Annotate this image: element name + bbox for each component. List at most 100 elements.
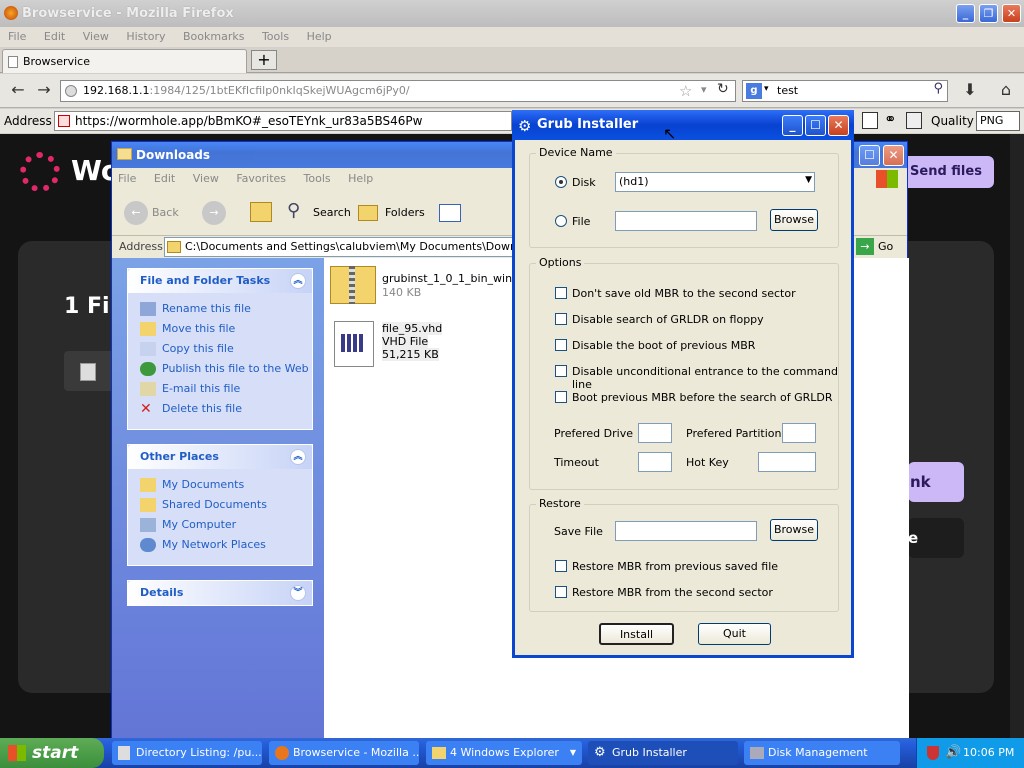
dropdown-arrow-icon[interactable]: ▾ [701,83,707,96]
grub-title-bar[interactable]: ⚙ Grub Installer _ ☐ ✕ [512,110,854,140]
forward-icon[interactable]: → [202,201,226,225]
send-files-button[interactable]: Send files [898,156,994,188]
file-path-field[interactable] [615,211,757,231]
find-icon[interactable]: ⚭ [884,110,897,128]
menu-tools[interactable]: Tools [304,172,331,185]
magnifier-icon[interactable]: ⚲ [933,81,943,96]
option-checkbox[interactable] [555,365,567,377]
quit-button[interactable]: Quit [698,623,771,645]
engine-dropdown-icon[interactable]: ▾ [764,84,769,94]
folders-icon[interactable] [358,205,378,221]
prefered-drive-field[interactable] [638,423,672,443]
task-delete[interactable]: ✕ Delete this file [128,399,312,419]
menu-file[interactable]: File [118,172,136,185]
prefered-partition-field[interactable] [782,423,816,443]
menu-file[interactable]: File [8,30,26,43]
tab-browservice[interactable]: Browservice [2,49,247,73]
expand-chevron-icon[interactable]: ︾ [290,585,306,601]
place-network[interactable]: My Network Places [128,535,312,555]
task-email[interactable]: E-mail this file [128,379,312,399]
menu-help[interactable]: Help [307,30,332,43]
timeout-field[interactable] [638,452,672,472]
search-input[interactable]: g ▾ test ⚲ [742,80,948,102]
taskbar-item[interactable]: Directory Listing: /pu... [112,741,262,765]
download-icon[interactable]: ⬇ [960,80,980,100]
dropdown-arrow-icon[interactable]: ▼ [805,175,812,185]
new-tab-button[interactable]: + [251,50,277,70]
copy-link-button[interactable]: nk [908,462,964,502]
menu-edit[interactable]: Edit [44,30,65,43]
go-button[interactable]: Go [878,240,893,253]
menu-edit[interactable]: Edit [154,172,175,185]
task-move[interactable]: Move this file [128,319,312,339]
maximize-button[interactable]: ☐ [859,145,880,166]
browse-button[interactable]: Browse [770,519,818,541]
browservice-address-field[interactable]: https://wormhole.app/bBmKO#_esoTEYnk_ur8… [54,111,512,131]
file-item[interactable]: file_95.vhd VHD File 51,215 KB [328,318,508,370]
close-button[interactable]: ✕ [1002,4,1021,23]
maximize-button[interactable]: ☐ [805,115,826,136]
collapse-chevron-icon[interactable]: ︽ [290,273,306,289]
option-checkbox[interactable] [555,391,567,403]
folders-button[interactable]: Folders [385,201,425,225]
close-button[interactable]: ✕ [828,115,849,136]
back-icon[interactable]: ← [124,201,148,225]
restore-checkbox[interactable] [555,586,567,598]
file-radio[interactable] [555,215,567,227]
hot-key-field[interactable] [758,452,816,472]
panel-header[interactable]: File and Folder Tasks ︽ [128,269,312,293]
option-checkbox[interactable] [555,313,567,325]
reload-icon[interactable]: ↻ [717,81,729,97]
task-publish[interactable]: Publish this file to the Web [128,359,312,379]
scrollbar[interactable] [1010,134,1024,738]
back-label[interactable]: Back [152,201,179,225]
collapse-chevron-icon[interactable]: ︽ [290,449,306,465]
taskbar-item[interactable]: ⚙ Grub Installer [588,741,738,765]
disk-radio[interactable] [555,176,567,188]
menu-view[interactable]: View [83,30,109,43]
panel-header[interactable]: Other Places ︽ [128,445,312,469]
menu-favorites[interactable]: Favorites [236,172,286,185]
search-button[interactable]: Search [313,201,351,225]
place-shared-documents[interactable]: Shared Documents [128,495,312,515]
menu-view[interactable]: View [193,172,219,185]
minimize-button[interactable]: _ [782,115,803,136]
disk-select[interactable]: (hd1) ▼ [615,172,815,192]
minimize-button[interactable]: _ [956,4,975,23]
maximize-button[interactable]: ❐ [979,4,998,23]
menu-help[interactable]: Help [348,172,373,185]
home-icon[interactable]: ⌂ [996,80,1016,100]
start-button[interactable]: start [0,738,104,768]
install-button[interactable]: Install [599,623,674,645]
quality-select[interactable]: PNG [976,111,1020,131]
security-shield-icon[interactable] [927,746,939,760]
menu-tools[interactable]: Tools [262,30,289,43]
go-arrow-icon[interactable]: → [856,238,874,255]
task-rename[interactable]: Rename this file [128,299,312,319]
bookmark-star-icon[interactable]: ☆ [679,82,692,100]
panel-header[interactable]: Details ︾ [128,581,312,605]
restore-checkbox[interactable] [555,560,567,572]
taskbar-item[interactable]: Disk Management [744,741,900,765]
clipboard-icon[interactable] [906,112,922,129]
search-icon[interactable]: ⚲ [287,200,300,221]
secondary-button[interactable]: e [908,518,964,558]
task-copy[interactable]: Copy this file [128,339,312,359]
place-my-computer[interactable]: My Computer [128,515,312,535]
menu-history[interactable]: History [126,30,165,43]
forward-arrow-icon[interactable]: → [34,80,54,100]
bookmark-icon[interactable] [862,112,878,129]
save-file-field[interactable] [615,521,757,541]
menu-bookmarks[interactable]: Bookmarks [183,30,244,43]
option-checkbox[interactable] [555,287,567,299]
taskbar-item[interactable]: 4 Windows Explorer ▼ [426,741,582,765]
place-my-documents[interactable]: My Documents [128,475,312,495]
back-arrow-icon[interactable]: ← [8,80,28,100]
close-button[interactable]: ✕ [883,145,904,166]
file-item[interactable]: grubinst_1_0_1_bin_win 140 KB [328,262,512,310]
option-checkbox[interactable] [555,339,567,351]
browse-button[interactable]: Browse [770,209,818,231]
views-icon[interactable] [439,204,461,222]
taskbar-item[interactable]: Browservice - Mozilla ... [269,741,419,765]
url-bar[interactable]: 192.168.1.1:1984/125/1btEKfIcfilp0nkIqSk… [60,80,736,102]
